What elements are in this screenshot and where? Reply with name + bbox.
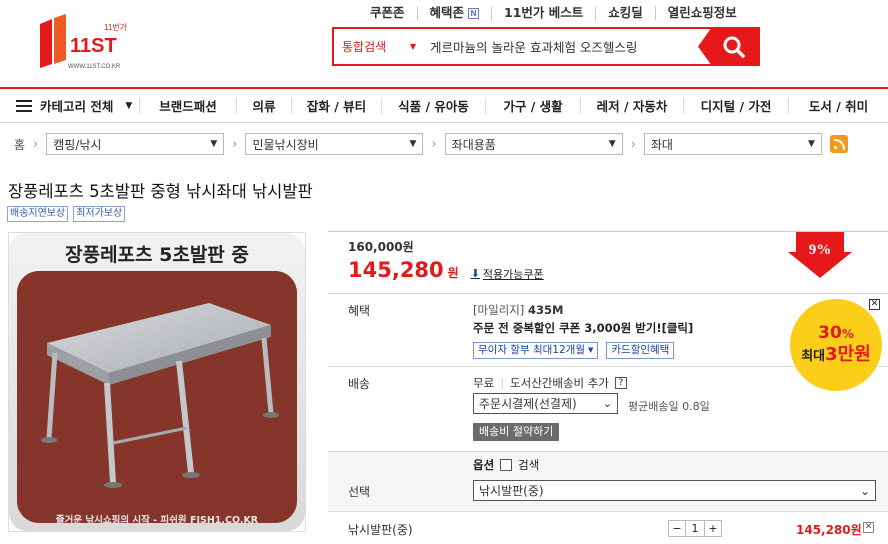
option-header: 옵션 검색	[473, 458, 540, 472]
remove-item-icon[interactable]: ✕	[863, 522, 874, 533]
close-icon[interactable]: ✕	[869, 299, 880, 310]
tag-lowest-price[interactable]: 최저가보상	[73, 206, 126, 222]
search-icon	[723, 36, 745, 58]
tag-delivery-delay[interactable]: 배송지연보상	[7, 206, 69, 222]
search-input[interactable]	[424, 29, 698, 64]
quantity-value[interactable]: 1	[685, 521, 705, 536]
chevron-down-icon: ⌄	[602, 397, 612, 410]
dropdown-arrow-icon: ▼	[608, 139, 616, 149]
dropdown-arrow-icon: ▼	[409, 139, 417, 149]
benefit-zone-link[interactable]: 혜택존 N	[416, 6, 492, 20]
nav-item-digital-appliance[interactable]: 디지털 / 가전	[684, 97, 789, 114]
increase-quantity-button[interactable]: +	[705, 521, 721, 536]
promo-amount-line: 최대3만원	[801, 343, 871, 365]
product-tags: 배송지연보상 최저가보상	[7, 206, 126, 222]
installment-button[interactable]: 무이자 할부 최대12개월 ▼	[473, 342, 599, 359]
decrease-quantity-button[interactable]: −	[669, 521, 685, 536]
option-row: 선택 옵션 검색 낚시발판(중) ⌄	[328, 452, 888, 512]
nav-item-brand-fashion[interactable]: 브랜드패션	[140, 97, 237, 114]
dropdown-arrow-icon: ▼	[409, 42, 416, 51]
dropdown-arrow-icon: ▼	[210, 139, 218, 149]
open-shopping-info-link[interactable]: 열린쇼핑정보	[654, 6, 749, 20]
duplicate-coupon-link[interactable]: 주문 전 중복할인 쿠폰 3,000원 받기![클릭]	[473, 320, 693, 336]
shocking-deal-link[interactable]: 쇼킹딜	[595, 6, 655, 20]
breadcrumb-level-2-select[interactable]: 민물낚시장비 ▼	[245, 133, 424, 155]
price-row: 160,000원 145,280 원 ⬇ 적용가능쿠폰 9%	[328, 232, 888, 294]
download-icon: ⬇	[470, 267, 480, 280]
category-nav: 카테고리 전체 ▼ 브랜드패션 의류 잡화 / 뷰티 식품 / 유아동 가구 /…	[0, 89, 888, 123]
shipping-label: 배송	[348, 377, 371, 391]
breadcrumb-chevron-icon: ›	[232, 136, 238, 152]
breadcrumb-home[interactable]: 홈	[14, 136, 25, 153]
caret-down-icon: ▼	[125, 100, 133, 111]
logo-corner-text: 11번가	[104, 23, 128, 32]
chevron-down-icon: ⌄	[859, 483, 870, 498]
breadcrumb-level-1-select[interactable]: 캠핑/낚시 ▼	[46, 133, 225, 155]
breadcrumb-chevron-icon: ›	[431, 136, 437, 152]
selected-item-row: 낚시발판(중) − 1 + 145,280원 ✕	[328, 512, 888, 544]
logo-text: 11ST	[70, 35, 117, 57]
applicable-coupon-link[interactable]: ⬇ 적용가능쿠폰	[471, 266, 544, 282]
new-badge: N	[468, 7, 480, 19]
nav-item-leisure-auto[interactable]: 레저 / 자동차	[581, 97, 684, 114]
sale-price-unit: 원	[447, 266, 459, 280]
save-shipping-button[interactable]: 배송비 절약하기	[473, 423, 560, 441]
breadcrumb-level-3-select[interactable]: 좌대용품 ▼	[444, 133, 623, 155]
mileage-line: [마일리지] 435M	[473, 303, 564, 317]
quantity-stepper: − 1 +	[668, 520, 722, 537]
product-info-panel: 160,000원 145,280 원 ⬇ 적용가능쿠폰 9% 혜택 [마일리지]…	[328, 231, 888, 543]
logo-url: WWW.11ST.CO.KR	[68, 64, 121, 70]
average-delivery-days: 평균배송일 0.8일	[628, 400, 710, 413]
original-price: 160,000원	[348, 240, 414, 254]
discount-rate: 9%	[809, 242, 832, 258]
shipping-row: 배송 무료 | 도서산간배송비 추가 ? 주문시결제(선결제) ⌄ 평균배송일 …	[328, 367, 888, 452]
site-logo[interactable]: 11ST 11번가 WWW.11ST.CO.KR	[38, 14, 138, 72]
search-scope-select[interactable]: 통합검색 ▼	[334, 38, 424, 55]
option-select[interactable]: 낚시발판(중) ⌄	[473, 480, 876, 501]
mileage-value: 435M	[527, 303, 564, 317]
search-button[interactable]	[698, 27, 760, 66]
image-caption-top: 장풍레포츠 5초발판 중	[65, 244, 249, 266]
benefit-label: 혜택	[348, 304, 371, 318]
nav-item-books-hobby[interactable]: 도서 / 취미	[789, 98, 888, 114]
breadcrumb: 홈 › 캠핑/낚시 ▼ › 민물낚시장비 ▼ › 좌대용품 ▼ › 좌대 ▼	[14, 133, 848, 155]
rss-icon[interactable]	[829, 135, 848, 153]
shipping-method-select[interactable]: 주문시결제(선결제) ⌄	[473, 393, 618, 414]
product-image[interactable]: 장풍레포츠 5초발판 중 즐거운 낚시쇼핑의 시작 - 피쉬원 FISH1.CO…	[8, 232, 306, 532]
nav-item-goods-beauty[interactable]: 잡화 / 뷰티	[292, 97, 382, 114]
breadcrumb-level-4-select[interactable]: 좌대 ▼	[643, 133, 822, 155]
card-discount-button[interactable]: 카드할인혜택	[606, 342, 675, 359]
nav-item-food-kids[interactable]: 식품 / 유아동	[382, 97, 486, 114]
search-bar: 통합검색 ▼	[332, 27, 760, 66]
caret-down-icon: ▼	[587, 346, 594, 354]
menu-icon	[16, 99, 32, 112]
sale-price: 145,280	[348, 258, 444, 282]
breadcrumb-chevron-icon: ›	[33, 136, 39, 152]
discount-badge: 9%	[788, 232, 852, 278]
option-search-checkbox[interactable]	[500, 459, 513, 471]
breadcrumb-chevron-icon: ›	[630, 136, 636, 152]
product-title: 장풍레포츠 5초발판 중형 낚시좌대 낚시발판	[8, 182, 313, 201]
sale-price-block: 145,280 원 ⬇ 적용가능쿠폰	[348, 258, 544, 282]
line-item-price: 145,280원	[796, 523, 862, 537]
coupon-zone-link[interactable]: 쿠폰존	[370, 6, 417, 20]
nav-item-clothing[interactable]: 의류	[237, 97, 292, 114]
selected-item-name: 낚시발판(중)	[348, 523, 413, 537]
nav-item-furniture-living[interactable]: 가구 / 생활	[486, 97, 581, 114]
benefit-buttons: 무이자 할부 최대12개월 ▼ 카드할인혜택	[473, 342, 675, 359]
best-link[interactable]: 11번가 베스트	[491, 6, 595, 20]
image-caption-bottom: 즐거운 낚시쇼핑의 시작 - 피쉬원 FISH1.CO.KR	[56, 514, 259, 526]
help-icon[interactable]: ?	[614, 377, 627, 389]
top-links: 쿠폰존 혜택존 N 11번가 베스트 쇼킹딜 열린쇼핑정보	[370, 6, 749, 20]
option-label: 선택	[348, 485, 371, 499]
shipping-info: 무료 | 도서산간배송비 추가 ?	[473, 375, 627, 391]
promo-percent-line: 30%	[818, 322, 854, 343]
all-categories-button[interactable]: 카테고리 전체 ▼	[0, 97, 140, 114]
dropdown-arrow-icon: ▼	[807, 139, 815, 149]
